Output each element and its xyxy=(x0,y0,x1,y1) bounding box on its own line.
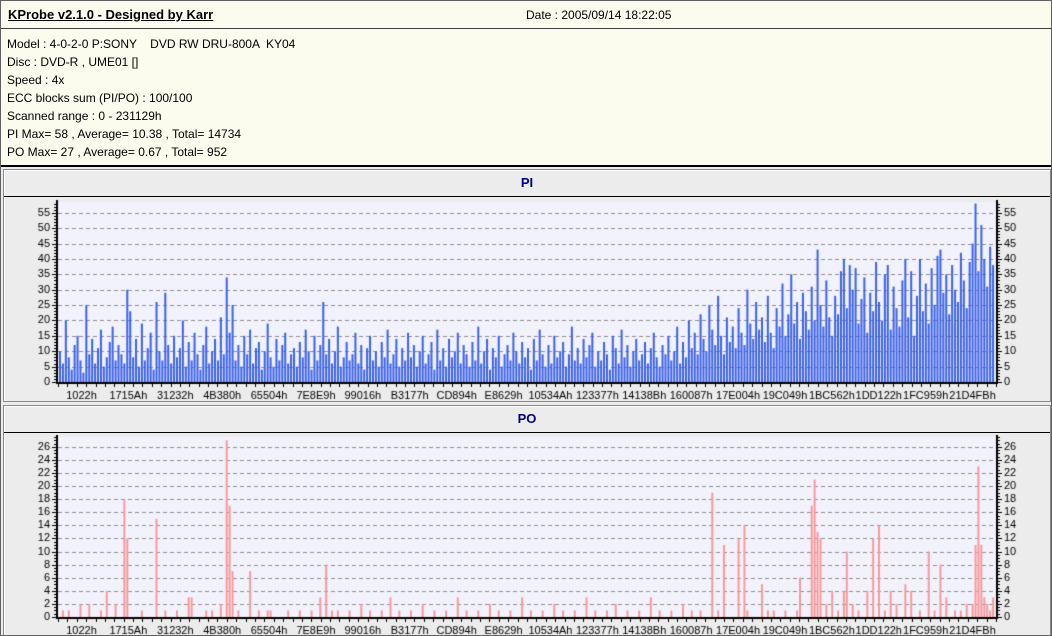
info-line-ecc: ECC blocks sum (PI/PO) : 100/100 xyxy=(7,91,193,105)
pi-chart-canvas xyxy=(4,197,1048,402)
kprobe-window: KProbe v2.1.0 - Designed by Karr Date : … xyxy=(0,0,1052,636)
info-line-speed: Speed : 4x xyxy=(7,73,65,87)
info-line-po-stats: PO Max= 27 , Average= 0.67 , Total= 952 xyxy=(7,145,228,159)
charts-area: PI PO xyxy=(1,167,1051,635)
po-chart-title: PO xyxy=(4,406,1050,433)
pi-chart-title: PI xyxy=(4,170,1050,197)
scan-date: Date : 2005/09/14 18:22:05 xyxy=(526,8,672,22)
top-info-section: KProbe v2.1.0 - Designed by Karr Date : … xyxy=(1,1,1051,167)
info-line-disc: Disc : DVD-R , UME01 [] xyxy=(7,55,139,69)
info-line-model: Model : 4-0-2-0 P:SONY DVD RW DRU-800A K… xyxy=(7,37,296,51)
app-title: KProbe v2.1.0 - Designed by Karr xyxy=(8,7,214,22)
pi-chart-panel: PI xyxy=(3,169,1051,402)
info-line-pi-stats: PI Max= 58 , Average= 10.38 , Total= 147… xyxy=(7,127,242,141)
info-line-range: Scanned range : 0 - 231129h xyxy=(7,109,162,123)
po-chart-canvas xyxy=(4,433,1048,635)
scan-info-block: Model : 4-0-2-0 P:SONY DVD RW DRU-800A K… xyxy=(1,29,1051,165)
header-bar: KProbe v2.1.0 - Designed by Karr Date : … xyxy=(1,1,1051,29)
po-chart-panel: PO xyxy=(3,405,1051,635)
